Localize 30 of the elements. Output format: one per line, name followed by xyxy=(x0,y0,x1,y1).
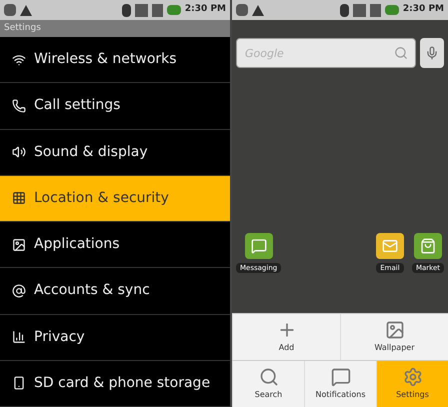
battery-icon xyxy=(384,5,399,15)
menu-item[interactable]: Wallpaper xyxy=(340,314,448,360)
bars-icon xyxy=(12,330,26,344)
search-icon xyxy=(258,367,278,387)
picture-icon xyxy=(384,320,404,340)
menu-item[interactable]: Search xyxy=(232,361,304,407)
warning-icon xyxy=(252,4,264,16)
wifi-icon xyxy=(12,52,26,67)
voice-search-button[interactable] xyxy=(420,38,444,68)
picture-icon xyxy=(12,238,26,252)
menu-item[interactable]: Add xyxy=(232,314,340,360)
speaker-icon xyxy=(12,145,26,160)
search-icon xyxy=(394,46,408,60)
screen-title: Settings xyxy=(4,22,41,35)
battery-icon xyxy=(166,5,181,15)
phone-storage-icon xyxy=(12,376,26,390)
microphone-icon xyxy=(425,46,439,60)
menu-item[interactable]: Settings xyxy=(376,361,448,407)
list-row[interactable]: Location & security xyxy=(0,176,230,222)
clock-time: 2:30 PM xyxy=(402,3,444,16)
message-icon xyxy=(330,367,350,387)
settings-icon xyxy=(402,367,422,387)
search-field[interactable]: Google xyxy=(236,38,416,68)
grid-icon xyxy=(12,191,26,206)
phone-icon xyxy=(12,98,26,113)
at-sign-icon xyxy=(12,284,26,298)
clock-time: 2:30 PM xyxy=(184,3,226,16)
envelope-icon[interactable] xyxy=(376,232,404,258)
shopping-bag-icon[interactable] xyxy=(414,232,442,258)
message-icon[interactable] xyxy=(244,232,273,258)
